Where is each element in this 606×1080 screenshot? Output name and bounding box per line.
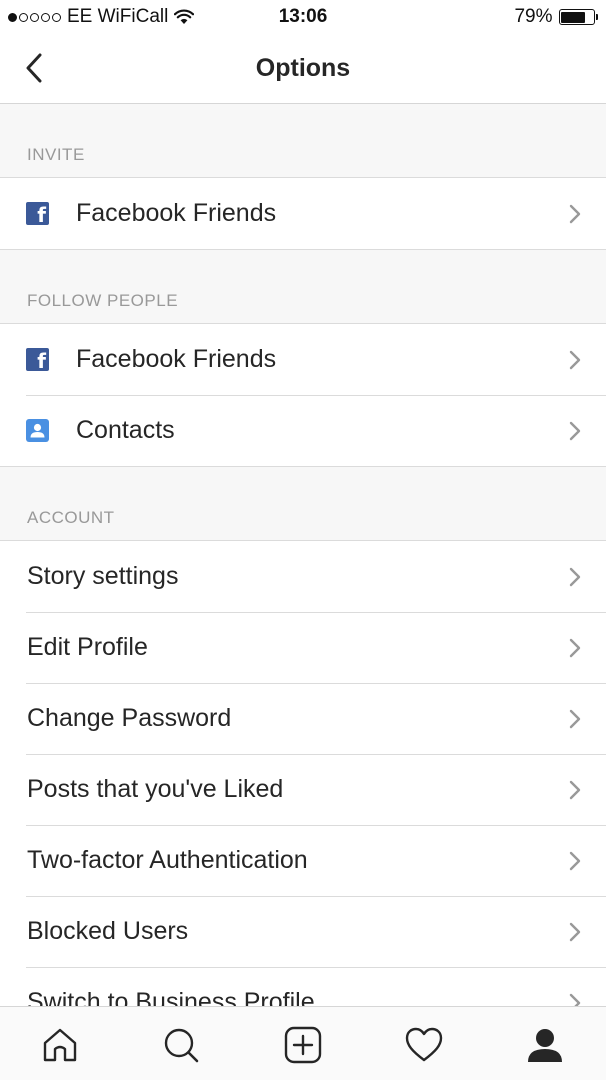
tab-bar bbox=[0, 1006, 606, 1080]
person-icon bbox=[528, 1029, 562, 1062]
facebook-icon: f bbox=[26, 348, 49, 371]
plus-square-icon bbox=[284, 1026, 322, 1064]
page-title: Options bbox=[255, 54, 351, 82]
row-label: Blocked Users bbox=[27, 917, 189, 945]
status-bar: EE WiFiCall 13:06 79% bbox=[0, 0, 606, 34]
facebook-icon: f bbox=[26, 202, 49, 225]
battery-icon bbox=[558, 9, 598, 25]
two-factor-authentication-row[interactable]: Two-factor Authentication bbox=[0, 825, 606, 896]
chevron-right-icon bbox=[569, 567, 581, 587]
invite-group: f Facebook Friends bbox=[0, 177, 606, 250]
section-header-account: ACCOUNT bbox=[27, 508, 115, 527]
row-label: Story settings bbox=[27, 562, 179, 590]
row-label: Edit Profile bbox=[27, 633, 148, 661]
posts-liked-row[interactable]: Posts that you've Liked bbox=[0, 754, 606, 825]
blocked-users-row[interactable]: Blocked Users bbox=[0, 896, 606, 967]
battery-percent: 79% bbox=[514, 6, 553, 27]
chevron-right-icon bbox=[569, 922, 581, 942]
heart-icon bbox=[405, 1027, 443, 1062]
change-password-row[interactable]: Change Password bbox=[0, 683, 606, 754]
account-group: Story settings Edit Profile Change Passw… bbox=[0, 540, 606, 1006]
home-icon bbox=[43, 1028, 77, 1062]
story-settings-row[interactable]: Story settings bbox=[0, 541, 606, 612]
row-label: Switch to Business Profile bbox=[27, 988, 315, 1006]
row-label: Contacts bbox=[76, 416, 175, 444]
row-label: Facebook Friends bbox=[76, 199, 277, 227]
invite-facebook-friends-row[interactable]: f Facebook Friends bbox=[0, 178, 606, 249]
chevron-right-icon bbox=[569, 851, 581, 871]
search-icon bbox=[164, 1028, 199, 1063]
navigation-bar: Options bbox=[0, 34, 606, 104]
contacts-icon bbox=[26, 419, 49, 442]
options-list[interactable]: INVITE f Facebook Friends FOLLOW PEOPLE … bbox=[0, 104, 606, 1006]
chevron-right-icon bbox=[569, 638, 581, 658]
follow-facebook-friends-row[interactable]: f Facebook Friends bbox=[0, 324, 606, 395]
tab-new-post[interactable] bbox=[281, 1023, 325, 1067]
row-label: Two-factor Authentication bbox=[27, 846, 308, 874]
chevron-right-icon bbox=[569, 350, 581, 370]
chevron-right-icon bbox=[569, 204, 581, 224]
section-header-invite: INVITE bbox=[27, 145, 85, 164]
tab-profile[interactable] bbox=[523, 1023, 567, 1067]
chevron-right-icon bbox=[569, 709, 581, 729]
options-screen: EE WiFiCall 13:06 79% Options INVITE f F… bbox=[0, 0, 606, 1080]
status-right: 79% bbox=[514, 6, 598, 28]
follow-people-group: f Facebook Friends Contacts bbox=[0, 323, 606, 467]
chevron-right-icon bbox=[569, 993, 581, 1006]
chevron-right-icon bbox=[569, 421, 581, 441]
section-header-follow-people: FOLLOW PEOPLE bbox=[27, 291, 179, 310]
tab-home[interactable] bbox=[38, 1023, 82, 1067]
row-label: Facebook Friends bbox=[76, 345, 277, 373]
row-label: Change Password bbox=[27, 704, 232, 732]
switch-to-business-profile-row[interactable]: Switch to Business Profile bbox=[0, 967, 606, 1006]
row-label: Posts that you've Liked bbox=[27, 775, 284, 803]
tab-activity[interactable] bbox=[402, 1023, 446, 1067]
follow-contacts-row[interactable]: Contacts bbox=[0, 395, 606, 466]
tab-search[interactable] bbox=[159, 1023, 203, 1067]
chevron-right-icon bbox=[569, 780, 581, 800]
edit-profile-row[interactable]: Edit Profile bbox=[0, 612, 606, 683]
